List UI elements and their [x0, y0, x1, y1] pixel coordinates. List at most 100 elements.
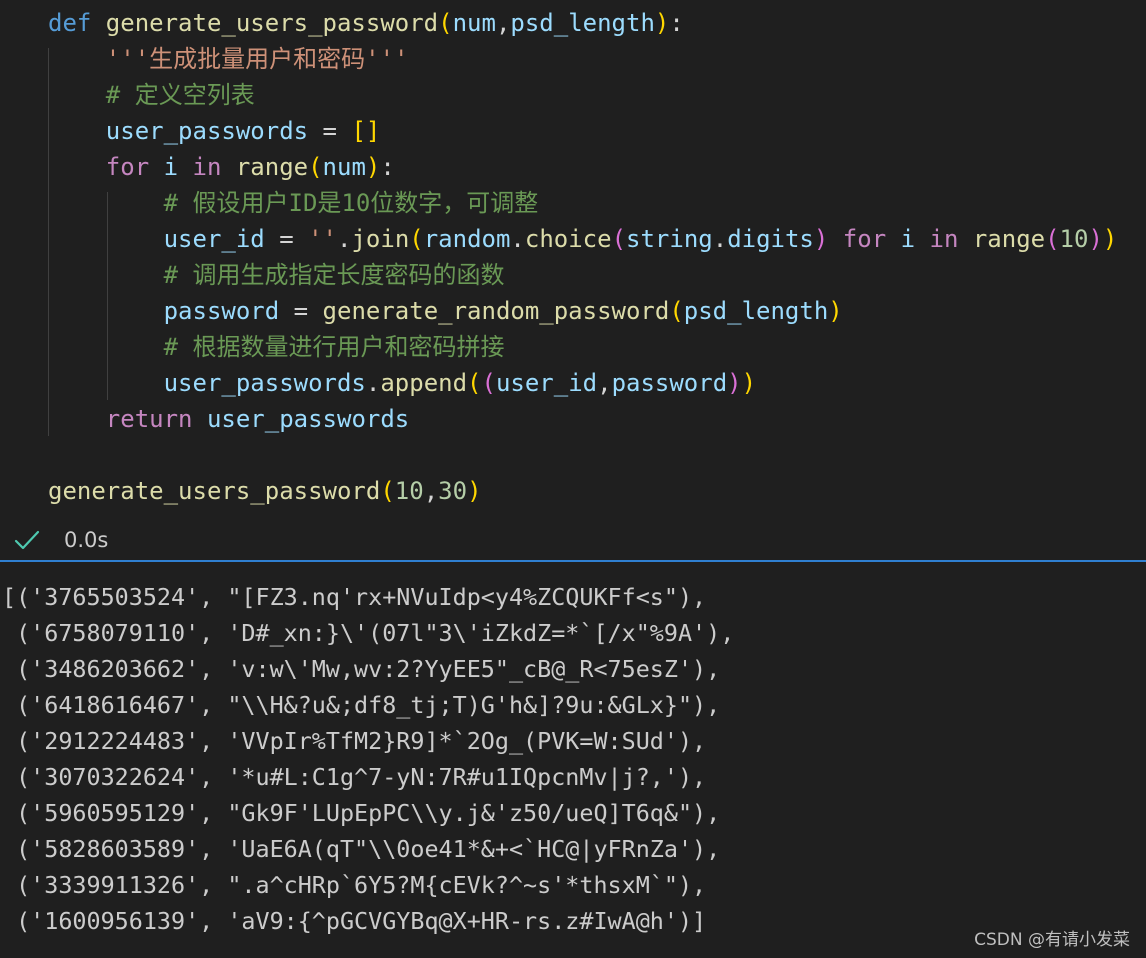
code-token: .	[365, 369, 381, 397]
code-line[interactable]: # 调用生成指定长度密码的函数	[48, 257, 505, 293]
code-token: generate_users_password	[105, 9, 439, 37]
code-token: (	[1045, 225, 1060, 253]
code-token: )	[1088, 225, 1103, 253]
code-token: # 根据数量进行用户和密码拼接	[163, 333, 505, 361]
cell-output: [('3765503524', "[FZ3.nq'rx+NVuIdp<y4%ZC…	[0, 562, 1146, 958]
code-token: generate_users_password	[48, 477, 381, 505]
code-token: in	[178, 153, 236, 181]
code-token: ,	[423, 477, 439, 505]
output-line: [('3765503524', "[FZ3.nq'rx+NVuIdp<y4%ZC…	[2, 583, 707, 611]
code-token: user_id	[163, 225, 265, 253]
code-token: user_passwords	[105, 117, 309, 145]
code-token: i	[900, 225, 916, 253]
code-line[interactable]: # 定义空列表	[48, 77, 255, 113]
code-token: user_id	[495, 369, 598, 397]
code-token: num	[322, 153, 366, 181]
output-line: ('3486203662', 'v:w\'Mw,wv:2?YyEE5"_cB@_…	[2, 655, 721, 683]
code-line[interactable]: user_passwords.append((user_id,password)…	[48, 365, 756, 401]
code-line[interactable]: # 根据数量进行用户和密码拼接	[48, 329, 505, 365]
code-token: for	[105, 153, 164, 181]
cell-status-bar: 0.0s	[0, 520, 1146, 560]
code-cell[interactable]: def generate_users_password(num,psd_leng…	[0, 0, 1146, 518]
code-token: :	[669, 9, 684, 37]
output-line: ('5828603589', 'UaE6A(qT"\\0oe41*&+<`HC@…	[2, 835, 721, 863]
code-token: range	[235, 153, 309, 181]
output-line: ('2912224483', 'VVpIr%TfM2}R9]*`2Og_(PVK…	[2, 727, 707, 755]
code-token: # 调用生成指定长度密码的函数	[163, 261, 505, 289]
code-token: []	[351, 117, 381, 145]
code-token: ''	[308, 225, 338, 253]
code-token: .	[337, 225, 352, 253]
code-token: user_passwords	[206, 405, 410, 433]
code-token: # 假设用户ID是10位数字，可调整	[163, 189, 539, 217]
code-token: for	[828, 225, 901, 253]
output-line: ('1600956139', 'aV9:{^pGCVGYBq@X+HR-rs.z…	[2, 907, 707, 935]
execution-time: 0.0s	[64, 528, 109, 552]
output-line: ('5960595129', "Gk9F'LUpEpPC\\y.j&'z50/u…	[2, 799, 721, 827]
code-token: )	[828, 297, 843, 325]
code-token: password	[611, 369, 728, 397]
code-line[interactable]: user_passwords = []	[48, 113, 381, 149]
code-line[interactable]: '''生成批量用户和密码'''	[48, 41, 409, 77]
output-line: ('3339911326', ".a^cHRp`6Y5?M{cEVk?^~s'*…	[2, 871, 707, 899]
watermark: CSDN @有请小发菜	[974, 930, 1130, 950]
code-token: )	[727, 369, 742, 397]
code-line[interactable]: for i in range(num):	[48, 149, 395, 185]
code-token: (	[409, 225, 424, 253]
code-token: def	[48, 9, 106, 37]
code-token: (	[308, 153, 323, 181]
code-line[interactable]: password = generate_random_password(psd_…	[48, 293, 843, 329]
code-token: 30	[438, 477, 468, 505]
code-token: (	[481, 369, 496, 397]
code-token: ,	[495, 9, 511, 37]
code-token: (	[380, 477, 395, 505]
output-line: ('6758079110', 'D#_xn:}\'(07l"3\'iZkdZ=*…	[2, 619, 735, 647]
code-token: append	[380, 369, 468, 397]
code-token: return	[105, 405, 207, 433]
code-line[interactable]: def generate_users_password(num,psd_leng…	[48, 5, 684, 41]
code-line[interactable]: return user_passwords	[48, 401, 409, 437]
code-token: join	[351, 225, 410, 253]
output-line: ('6418616467', "\\H&?u&;df8_tj;T)G'h&]?9…	[2, 691, 721, 719]
code-token: :	[380, 153, 395, 181]
code-token: password	[163, 297, 280, 325]
code-line[interactable]: # 假设用户ID是10位数字，可调整	[48, 185, 539, 221]
code-token: psd_length	[683, 297, 829, 325]
code-token: generate_random_password	[322, 297, 670, 325]
check-icon	[14, 530, 40, 550]
code-token: choice	[524, 225, 612, 253]
code-token: )	[813, 225, 829, 253]
code-token: range	[972, 225, 1046, 253]
code-token: 10	[394, 477, 424, 505]
code-token: 10	[1059, 225, 1089, 253]
code-token: =	[308, 117, 352, 145]
code-token: .	[712, 225, 728, 253]
code-token: (	[611, 225, 627, 253]
code-token: random	[423, 225, 511, 253]
code-token: (	[438, 9, 453, 37]
code-line[interactable]: user_id = ''.join(random.choice(string.d…	[48, 221, 1118, 257]
code-token: '''生成批量用户和密码'''	[105, 45, 409, 73]
code-token: .	[510, 225, 525, 253]
code-token: )	[654, 9, 670, 37]
code-token: digits	[727, 225, 814, 253]
code-token: =	[264, 225, 309, 253]
code-token: psd_length	[510, 9, 655, 37]
code-token: i	[163, 153, 179, 181]
code-token: (	[467, 369, 482, 397]
code-token: user_passwords	[163, 369, 366, 397]
code-token: ,	[597, 369, 612, 397]
code-token: in	[915, 225, 973, 253]
code-token: )	[1102, 225, 1118, 253]
code-line[interactable]: generate_users_password(10,30)	[48, 473, 482, 509]
